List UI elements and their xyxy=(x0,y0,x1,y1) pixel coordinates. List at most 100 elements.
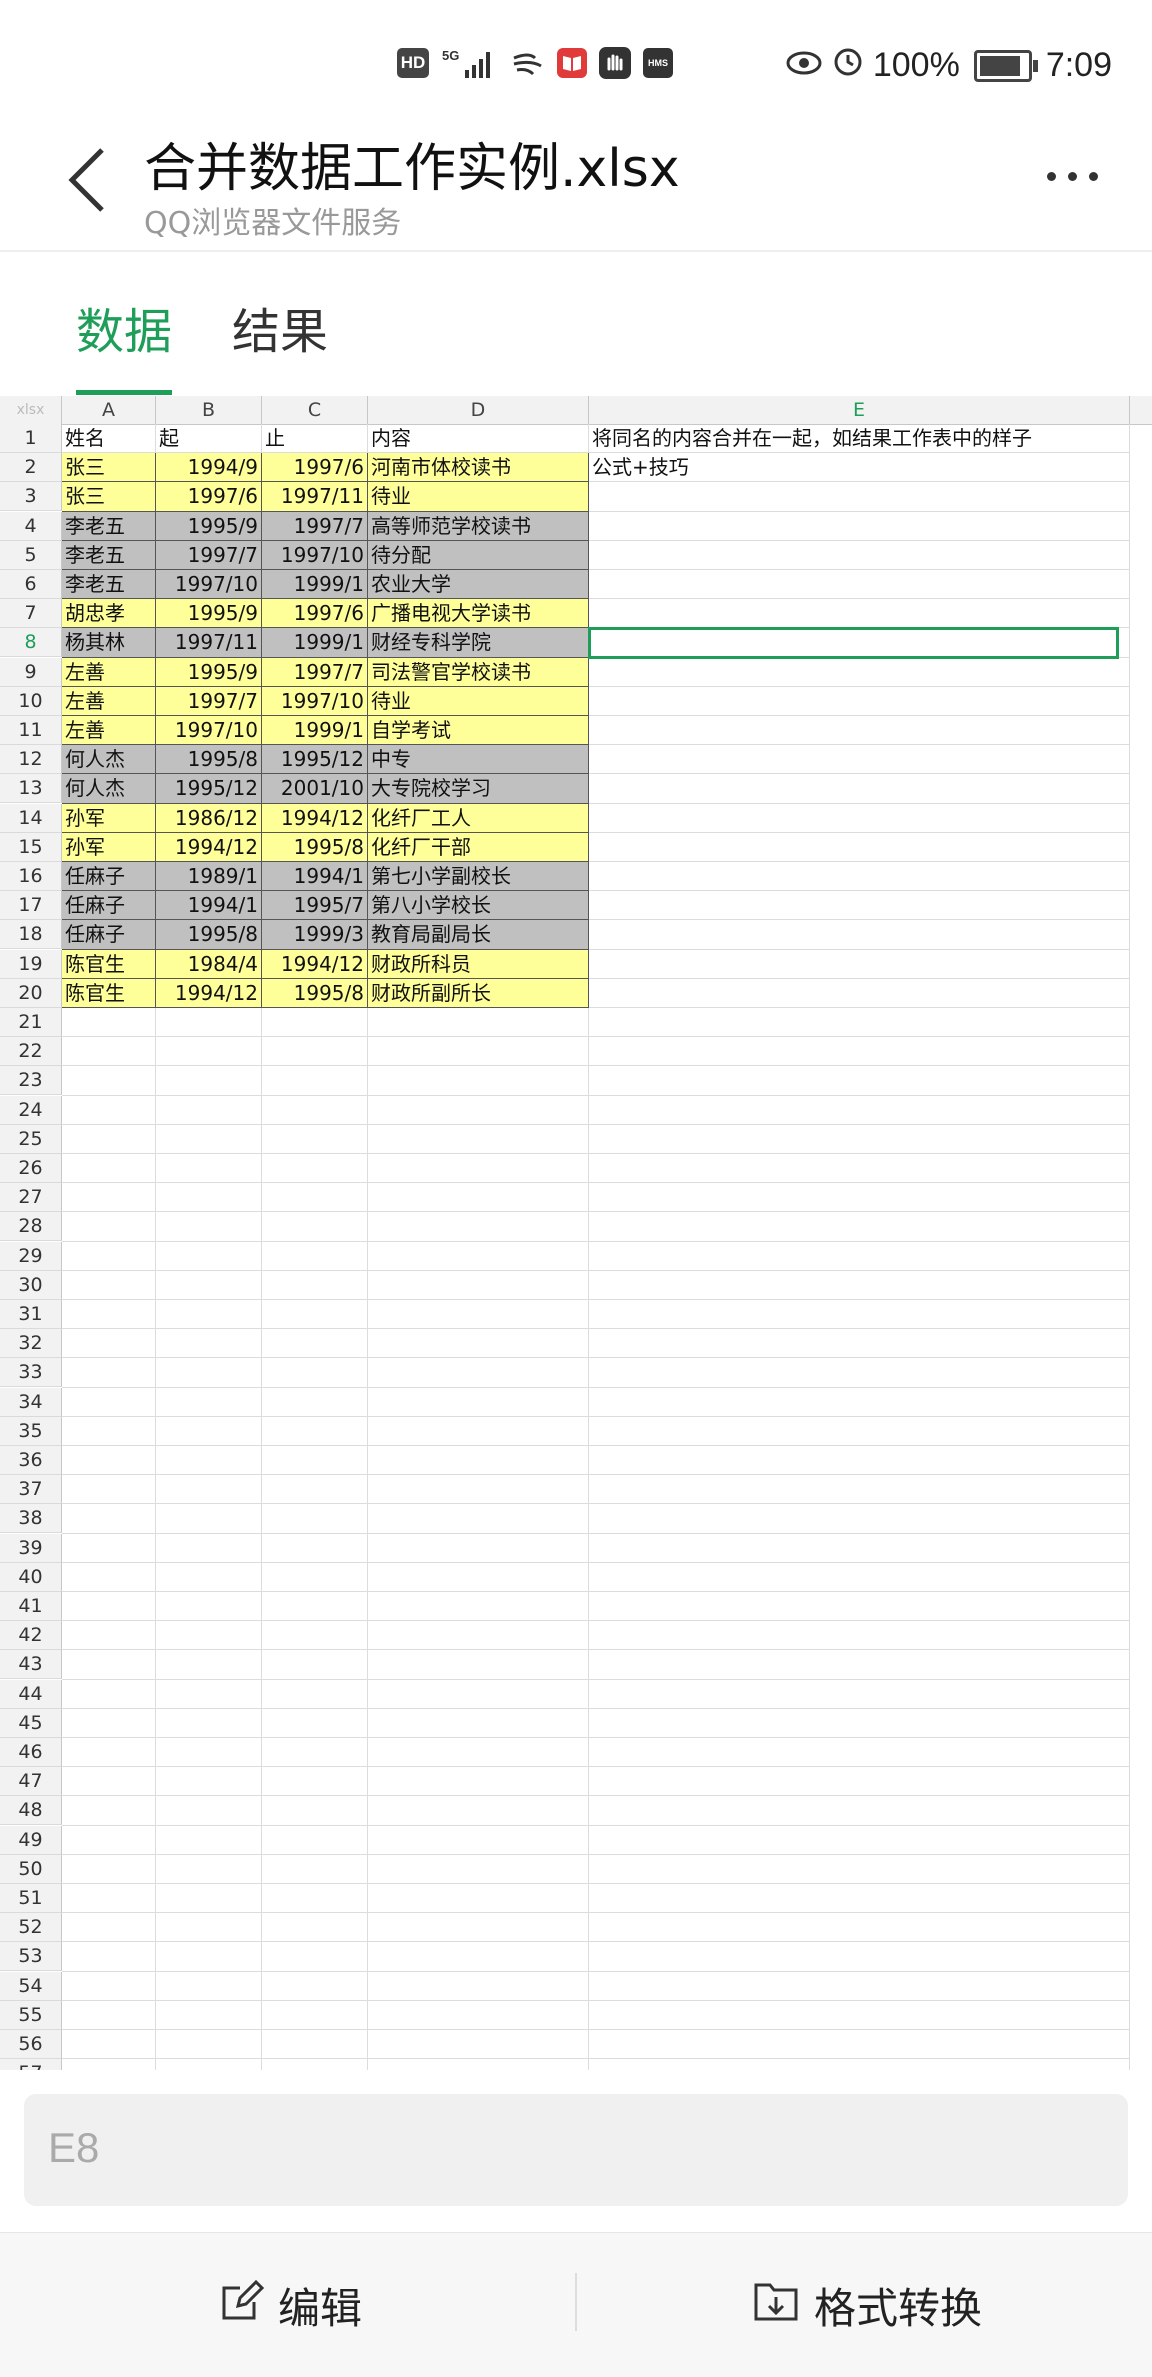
row-header[interactable]: 19 xyxy=(0,949,62,979)
table-cell[interactable] xyxy=(589,1241,1130,1271)
table-cell[interactable] xyxy=(156,1037,262,1067)
row-header[interactable]: 46 xyxy=(0,1738,62,1767)
table-cell[interactable] xyxy=(62,1241,156,1271)
table-cell[interactable] xyxy=(589,1942,1130,1972)
table-cell[interactable] xyxy=(62,1971,156,2001)
row-header[interactable]: 40 xyxy=(0,1562,62,1592)
row-header[interactable]: 32 xyxy=(0,1329,62,1359)
table-cell[interactable] xyxy=(156,1650,262,1680)
table-cell[interactable]: 1999/1 xyxy=(262,716,368,746)
table-cell[interactable] xyxy=(156,1738,262,1768)
row-header[interactable]: 57 xyxy=(0,2059,62,2070)
row-header[interactable]: 37 xyxy=(0,1475,62,1505)
table-cell[interactable] xyxy=(156,1562,262,1592)
table-cell[interactable] xyxy=(62,1358,156,1388)
table-cell[interactable] xyxy=(262,2030,368,2060)
table-cell[interactable] xyxy=(589,1300,1130,1330)
row-header[interactable]: 7 xyxy=(0,599,62,629)
table-cell[interactable] xyxy=(368,1329,589,1359)
row-header[interactable]: 31 xyxy=(0,1300,62,1329)
row-header[interactable]: 33 xyxy=(0,1358,62,1388)
table-cell[interactable] xyxy=(368,1124,589,1154)
table-cell[interactable]: 1995/7 xyxy=(262,891,368,921)
table-cell[interactable]: 1995/12 xyxy=(262,745,368,775)
back-chevron-icon[interactable] xyxy=(60,140,116,220)
table-cell[interactable]: 大专院校学习 xyxy=(368,774,589,804)
table-cell[interactable] xyxy=(368,1854,589,1884)
table-cell[interactable]: 1997/6 xyxy=(262,599,368,629)
column-header-e[interactable]: E xyxy=(589,396,1130,424)
table-cell[interactable]: 张三 xyxy=(62,482,156,512)
table-cell[interactable]: 李老五 xyxy=(62,570,156,600)
table-cell[interactable] xyxy=(589,1154,1130,1184)
row-header[interactable]: 42 xyxy=(0,1621,62,1651)
table-cell[interactable] xyxy=(368,1037,589,1067)
table-cell[interactable]: 1997/10 xyxy=(156,570,262,600)
table-cell[interactable] xyxy=(156,1621,262,1651)
table-cell[interactable]: 将同名的内容合并在一起，如结果工作表中的样子 xyxy=(589,424,1130,454)
table-cell[interactable] xyxy=(368,1650,589,1680)
table-cell[interactable] xyxy=(589,2030,1130,2060)
table-cell[interactable] xyxy=(262,1241,368,1271)
table-cell[interactable] xyxy=(589,1884,1130,1914)
table-cell[interactable] xyxy=(262,1942,368,1972)
table-cell[interactable] xyxy=(262,1708,368,1738)
table-cell[interactable] xyxy=(368,1183,589,1213)
table-cell[interactable]: 高等师范学校读书 xyxy=(368,511,589,541)
table-cell[interactable]: 1994/1 xyxy=(156,891,262,921)
table-cell[interactable]: 1994/12 xyxy=(262,803,368,833)
row-header[interactable]: 51 xyxy=(0,1884,62,1913)
table-cell[interactable]: 1997/7 xyxy=(262,657,368,687)
table-cell[interactable] xyxy=(589,1679,1130,1709)
table-cell[interactable]: 中专 xyxy=(368,745,589,775)
table-cell[interactable] xyxy=(262,1796,368,1826)
table-cell[interactable] xyxy=(156,2000,262,2030)
row-header[interactable]: 22 xyxy=(0,1037,62,1067)
table-cell[interactable] xyxy=(62,2059,156,2070)
table-cell[interactable]: 李老五 xyxy=(62,540,156,570)
table-cell[interactable] xyxy=(589,1329,1130,1359)
table-cell[interactable] xyxy=(156,1154,262,1184)
table-cell[interactable]: 任麻子 xyxy=(62,920,156,950)
table-cell[interactable] xyxy=(262,1475,368,1505)
table-cell[interactable] xyxy=(62,2000,156,2030)
row-header[interactable]: 34 xyxy=(0,1387,62,1417)
table-cell[interactable] xyxy=(156,1387,262,1417)
table-cell[interactable] xyxy=(156,1825,262,1855)
column-header-b[interactable]: B xyxy=(156,396,262,424)
table-cell[interactable] xyxy=(368,1825,589,1855)
table-cell[interactable] xyxy=(156,1504,262,1534)
table-cell[interactable] xyxy=(62,1154,156,1184)
row-header[interactable]: 39 xyxy=(0,1533,62,1563)
table-cell[interactable] xyxy=(262,1387,368,1417)
table-cell[interactable] xyxy=(62,1562,156,1592)
row-header[interactable]: 47 xyxy=(0,1767,62,1797)
table-cell[interactable]: 任麻子 xyxy=(62,862,156,892)
table-cell[interactable] xyxy=(589,1796,1130,1826)
row-header[interactable]: 6 xyxy=(0,570,62,599)
table-cell[interactable] xyxy=(589,1270,1130,1300)
table-cell[interactable] xyxy=(156,1679,262,1709)
row-header[interactable]: 43 xyxy=(0,1650,62,1680)
table-cell[interactable] xyxy=(589,1183,1130,1213)
table-cell[interactable] xyxy=(589,1446,1130,1476)
table-cell[interactable]: 1997/6 xyxy=(262,453,368,483)
table-cell[interactable] xyxy=(156,2059,262,2070)
table-cell[interactable] xyxy=(62,1475,156,1505)
table-cell[interactable]: 化纤厂工人 xyxy=(368,803,589,833)
table-cell[interactable]: 财经专科学院 xyxy=(368,628,589,658)
table-cell[interactable] xyxy=(62,1884,156,1914)
row-header[interactable]: 3 xyxy=(0,482,62,512)
cell-reference-box[interactable]: E8 xyxy=(24,2094,1128,2206)
table-cell[interactable] xyxy=(589,1475,1130,1505)
table-cell[interactable]: 止 xyxy=(262,424,368,454)
table-cell[interactable] xyxy=(589,978,1130,1008)
table-cell[interactable] xyxy=(156,1854,262,1884)
table-cell[interactable] xyxy=(368,1592,589,1622)
table-cell[interactable] xyxy=(62,1621,156,1651)
table-cell[interactable] xyxy=(589,1504,1130,1534)
row-header[interactable]: 56 xyxy=(0,2030,62,2059)
table-cell[interactable]: 1994/12 xyxy=(262,949,368,979)
table-cell[interactable] xyxy=(156,1446,262,1476)
table-cell[interactable]: 1995/8 xyxy=(156,920,262,950)
